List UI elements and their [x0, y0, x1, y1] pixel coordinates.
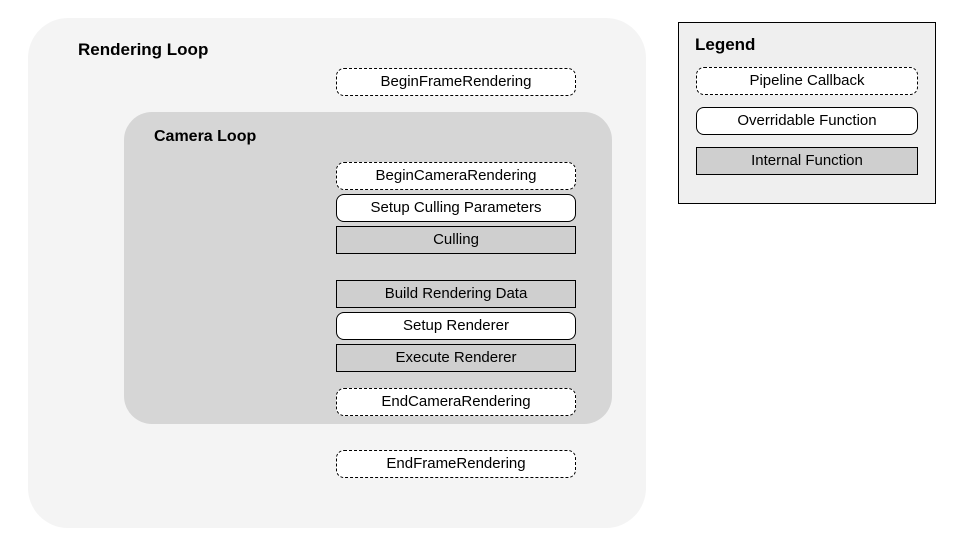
- legend-title: Legend: [695, 35, 921, 55]
- camera-loop-container: Camera Loop: [124, 112, 612, 424]
- step-begin-camera-rendering: BeginCameraRendering: [336, 162, 576, 190]
- camera-loop-title: Camera Loop: [154, 128, 590, 146]
- step-setup-renderer: Setup Renderer: [336, 312, 576, 340]
- step-build-rendering-data: Build Rendering Data: [336, 280, 576, 308]
- step-execute-renderer: Execute Renderer: [336, 344, 576, 372]
- legend-item-internal: Internal Function: [696, 147, 918, 175]
- legend-box: Legend Pipeline Callback Overridable Fun…: [678, 22, 936, 204]
- step-begin-frame-rendering: BeginFrameRendering: [336, 68, 576, 96]
- step-setup-culling-parameters: Setup Culling Parameters: [336, 194, 576, 222]
- legend-item-callback: Pipeline Callback: [696, 67, 918, 95]
- step-end-frame-rendering: EndFrameRendering: [336, 450, 576, 478]
- legend-item-overridable: Overridable Function: [696, 107, 918, 135]
- step-end-camera-rendering: EndCameraRendering: [336, 388, 576, 416]
- rendering-loop-title: Rendering Loop: [78, 40, 618, 60]
- step-culling: Culling: [336, 226, 576, 254]
